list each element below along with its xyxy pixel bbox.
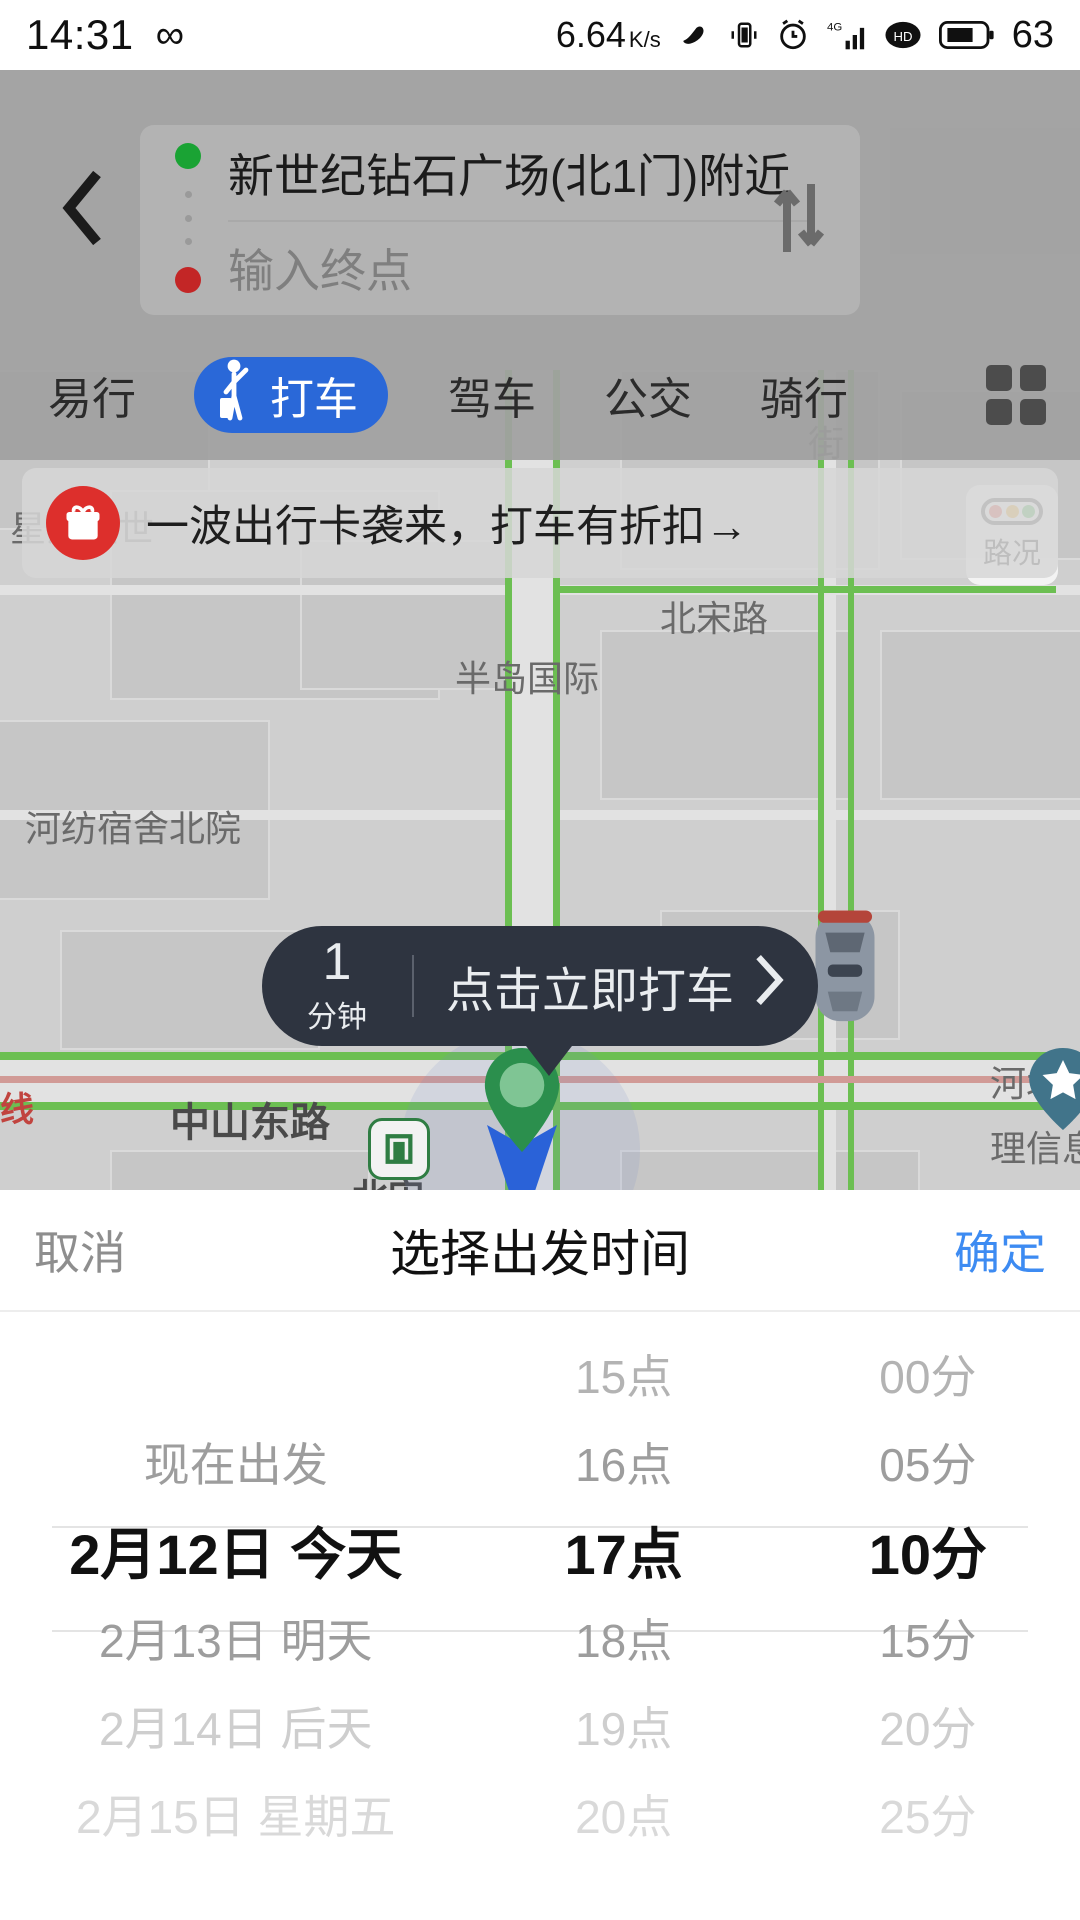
destination-input[interactable]: 输入终点 — [228, 220, 768, 315]
tab-gongjiao[interactable]: 公交 — [596, 363, 700, 427]
svg-text:4G: 4G — [827, 22, 842, 34]
map-label-line: 线 — [0, 1091, 34, 1129]
minute-wheel-item[interactable]: 20分 — [879, 1682, 976, 1770]
star-poi-icon[interactable] — [1028, 1048, 1080, 1135]
gift-icon — [46, 486, 120, 560]
map-label: 河纺宿舍北院 — [25, 808, 242, 849]
mute-icon — [678, 18, 712, 52]
battery-icon — [938, 19, 995, 51]
tab-gongjiao-label: 公交 — [604, 375, 692, 424]
minute-wheel[interactable]: 00分 05分 10分 15分 20分 25分 — [776, 1330, 1080, 1920]
infinity-icon: ∞ — [155, 13, 185, 57]
promo-banner[interactable]: 一波出行卡袭来，打车有折扣→ — [22, 468, 1058, 578]
tab-jiache[interactable]: 驾车 — [440, 363, 544, 427]
sheet-title: 选择出发时间 — [390, 1226, 690, 1282]
battery-level: 63 — [1011, 13, 1054, 56]
minute-wheel-item[interactable]: 15分 — [879, 1594, 976, 1682]
destination-dot — [175, 267, 201, 293]
svg-text:HD: HD — [893, 29, 912, 44]
cancel-button[interactable]: 取消 — [34, 1217, 126, 1283]
hail-callout-button[interactable]: 1 分钟 点击立即打车 — [262, 926, 818, 1046]
hour-wheel-item[interactable]: 16点 — [575, 1418, 672, 1506]
map-label: 半岛国际 — [455, 658, 600, 699]
minute-wheel-item[interactable]: 05分 — [879, 1418, 976, 1506]
tab-dache-label: 打车 — [270, 375, 358, 424]
minute-wheel-item[interactable]: 00分 — [879, 1330, 976, 1418]
time-picker-sheet: 取消 选择出发时间 确定 现在出发 2月12日 今天 2月13日 明天 2月14… — [0, 1190, 1080, 1920]
traffic-line-green — [556, 586, 1056, 593]
hour-wheel-item[interactable]: 20点 — [575, 1770, 672, 1858]
grid-more-icon[interactable] — [986, 365, 1046, 425]
chevron-right-icon — [752, 953, 786, 1019]
hail-person-icon — [216, 358, 260, 433]
date-wheel-item[interactable]: 2月13日 明天 — [99, 1594, 373, 1682]
confirm-button[interactable]: 确定 — [954, 1217, 1046, 1283]
callout-cta[interactable]: 点击立即打车 — [414, 951, 818, 1021]
hd-call-icon: HD — [884, 18, 922, 52]
map-label: 北宋路 — [660, 598, 769, 639]
date-wheel-item[interactable]: 2月15日 星期五 — [76, 1770, 396, 1858]
hour-wheel[interactable]: 15点 16点 17点 18点 19点 20点 — [472, 1330, 776, 1920]
hour-wheel-item[interactable]: 18点 — [575, 1594, 672, 1682]
date-wheel-item[interactable]: 2月14日 后天 — [99, 1682, 373, 1770]
eta-block: 1 分钟 — [262, 936, 412, 1036]
hour-wheel-item[interactable]: 15点 — [575, 1330, 672, 1418]
network-speed: 6.64 K/s — [555, 14, 661, 55]
eta-unit: 分钟 — [307, 1001, 367, 1034]
tab-qixing-label: 骑行 — [760, 375, 848, 424]
map-block — [620, 1150, 920, 1190]
sheet-header: 取消 选择出发时间 确定 — [0, 1190, 1080, 1312]
tab-qixing[interactable]: 骑行 — [752, 363, 856, 427]
car-top-icon — [810, 908, 880, 1031]
map-block — [600, 630, 850, 800]
status-bar: 14:31 ∞ 6.64 K/s 4G HD 63 — [0, 0, 1080, 70]
tab-jiache-label: 驾车 — [448, 375, 536, 424]
mode-tabs[interactable]: 易行 打车 驾车 公交 骑行 — [0, 340, 1080, 450]
back-chevron-icon — [60, 170, 106, 251]
tab-yixing-label: 易行 — [48, 375, 136, 424]
date-wheel-item-selected[interactable]: 2月12日 今天 — [69, 1506, 402, 1594]
map-canvas[interactable]: 星河盛世 北宋路 半岛国际 河纺宿舍北院 中山东路 街 北宋 新世纪钻石广场 河… — [0, 70, 1080, 1190]
signal-4g-icon: 4G — [827, 17, 867, 53]
eta-number: 1 — [322, 933, 352, 991]
route-dots — [168, 143, 208, 293]
route-dotted-line — [184, 169, 192, 267]
status-time: 14:31 — [26, 11, 134, 58]
destination-placeholder: 输入终点 — [228, 244, 412, 297]
hour-wheel-item[interactable]: 19点 — [575, 1682, 672, 1770]
bus-stop-icon — [368, 1118, 430, 1180]
status-bar-left: 14:31 ∞ — [26, 11, 184, 59]
time-picker[interactable]: 现在出发 2月12日 今天 2月13日 明天 2月14日 后天 2月15日 星期… — [0, 1312, 1080, 1920]
origin-dot — [175, 143, 201, 169]
route-header: 新世纪钻石广场(北1门)附近 输入终点 易行 打车 驾车 公交 骑行 — [0, 70, 1080, 460]
date-wheel[interactable]: 现在出发 2月12日 今天 2月13日 明天 2月14日 后天 2月15日 星期… — [0, 1330, 472, 1920]
status-bar-right: 6.64 K/s 4G HD 63 — [556, 14, 1054, 57]
hour-wheel-item-selected[interactable]: 17点 — [565, 1506, 683, 1594]
back-button[interactable] — [38, 165, 128, 255]
callout-tail — [523, 1042, 575, 1076]
route-input-card: 新世纪钻石广场(北1门)附近 输入终点 — [140, 125, 860, 315]
minute-wheel-item-selected[interactable]: 10分 — [869, 1506, 987, 1594]
tab-yixing[interactable]: 易行 — [40, 363, 144, 427]
promo-text: 一波出行卡袭来，打车有折扣→ — [146, 503, 748, 551]
alarm-icon — [776, 18, 810, 52]
vibrate-icon — [729, 18, 759, 52]
swap-endpoints-button[interactable] — [764, 180, 834, 260]
origin-value: 新世纪钻石广场(北1门)附近 — [228, 149, 791, 202]
minute-wheel-item[interactable]: 25分 — [879, 1770, 976, 1858]
map-block — [880, 630, 1080, 800]
origin-input[interactable]: 新世纪钻石广场(北1门)附近 — [228, 125, 790, 220]
date-wheel-item[interactable]: 现在出发 — [144, 1418, 328, 1506]
map-block — [110, 1150, 370, 1190]
swap-vertical-icon — [772, 180, 826, 261]
tab-dache[interactable]: 打车 — [194, 357, 388, 433]
map-label: 中山东路 — [170, 1101, 330, 1145]
callout-cta-label: 点击立即打车 — [445, 965, 734, 1018]
